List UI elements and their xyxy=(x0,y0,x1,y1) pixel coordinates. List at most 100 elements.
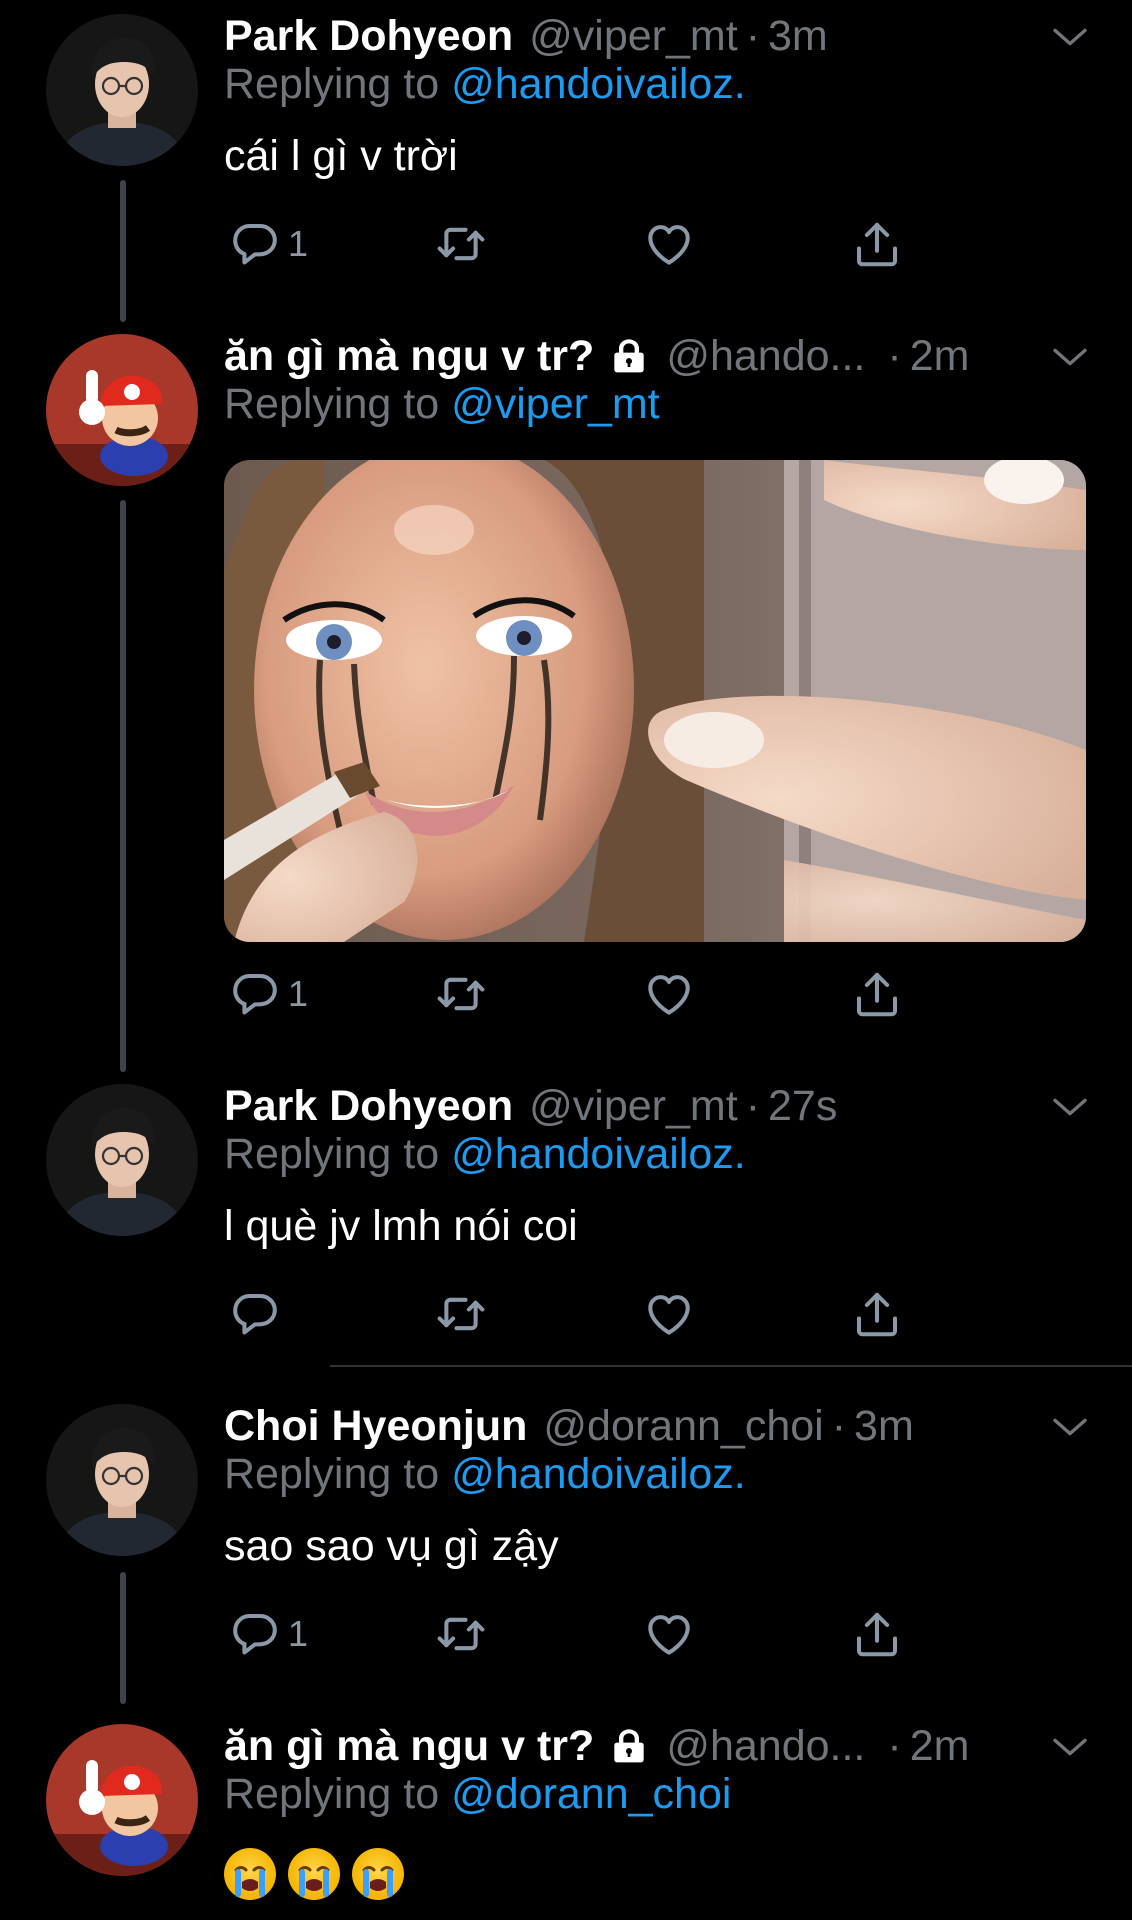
mario-avatar-icon xyxy=(46,334,198,486)
display-name[interactable]: ăn gì mà ngu v tr? xyxy=(224,1722,594,1771)
tweet-text: l què jv lmh nói coi xyxy=(224,1202,578,1250)
tweet-actions: 1 xyxy=(224,1604,924,1664)
username[interactable]: @hando... xyxy=(666,332,865,381)
tweet-text: sao sao vụ gì zậy xyxy=(224,1522,559,1570)
lock-icon xyxy=(608,1726,650,1766)
like-button[interactable] xyxy=(642,964,696,1024)
chevron-down-icon[interactable] xyxy=(1050,342,1090,372)
profile-photo-icon xyxy=(46,1404,198,1556)
thread-line xyxy=(120,500,126,1072)
retweet-button[interactable] xyxy=(434,1604,488,1664)
avatar[interactable] xyxy=(46,1404,198,1556)
avatar[interactable] xyxy=(46,1084,198,1236)
avatar[interactable] xyxy=(46,334,198,486)
share-button[interactable] xyxy=(850,1284,904,1344)
username[interactable]: @hando... xyxy=(666,1722,865,1771)
avatar[interactable] xyxy=(46,14,198,166)
heart-icon xyxy=(642,1607,696,1661)
replying-to: Replying to @handoivailoz. xyxy=(224,1130,746,1179)
retweet-icon xyxy=(434,1287,488,1341)
replying-to-label: Replying to xyxy=(224,60,440,108)
like-button[interactable] xyxy=(642,214,696,274)
replying-to-label: Replying to xyxy=(224,1450,440,1498)
reply-button[interactable]: 1 xyxy=(228,214,308,274)
timestamp[interactable]: 3m xyxy=(768,12,828,61)
separator-dot: · xyxy=(887,331,902,380)
reply-count: 1 xyxy=(288,223,309,264)
mario-avatar-icon xyxy=(46,1724,198,1876)
separator-dot: · xyxy=(745,1081,761,1130)
chevron-down-icon[interactable] xyxy=(1050,22,1090,52)
divider xyxy=(330,1365,1132,1367)
replying-to: Replying to @viper_mt xyxy=(224,380,660,429)
share-button[interactable] xyxy=(850,964,904,1024)
display-name[interactable]: Park Dohyeon xyxy=(224,1082,513,1131)
separator-dot: · xyxy=(745,11,761,60)
replying-to-label: Replying to xyxy=(224,1770,440,1818)
mention-link[interactable]: @viper_mt xyxy=(451,380,660,428)
replying-to: Replying to @dorann_choi xyxy=(224,1770,731,1819)
like-button[interactable] xyxy=(642,1284,696,1344)
retweet-icon xyxy=(434,967,488,1021)
tweet-media-image[interactable] xyxy=(224,460,1086,942)
reply-count: 1 xyxy=(288,973,309,1014)
profile-photo-icon xyxy=(46,1084,198,1236)
thread-line xyxy=(120,1572,126,1704)
reply-icon xyxy=(228,217,282,271)
heart-icon xyxy=(642,1287,696,1341)
mention-link[interactable]: @handoivailoz. xyxy=(451,1130,746,1178)
avatar[interactable] xyxy=(46,1724,198,1876)
reply-icon xyxy=(228,1607,282,1661)
reply-button[interactable]: 1 xyxy=(228,964,308,1024)
username[interactable]: @dorann_choi xyxy=(543,1402,823,1451)
loudly-crying-face-icon xyxy=(224,1848,276,1900)
reply-button[interactable]: 1 xyxy=(228,1604,308,1664)
share-icon xyxy=(850,1287,904,1341)
mention-link[interactable]: @handoivailoz. xyxy=(451,60,746,108)
tweet-actions: 1 xyxy=(224,964,924,1024)
share-icon xyxy=(850,967,904,1021)
chevron-down-icon[interactable] xyxy=(1050,1412,1090,1442)
display-name[interactable]: ăn gì mà ngu v tr? xyxy=(224,332,594,381)
doll-photo-icon xyxy=(224,460,1086,942)
tweet-emojis xyxy=(224,1848,416,1911)
replying-to-label: Replying to xyxy=(224,380,440,428)
replying-to: Replying to @handoivailoz. xyxy=(224,1450,746,1499)
replying-to: Replying to @handoivailoz. xyxy=(224,60,746,109)
timestamp[interactable]: 3m xyxy=(854,1402,914,1451)
reply-icon xyxy=(228,1287,282,1341)
display-name[interactable]: Choi Hyeonjun xyxy=(224,1402,527,1451)
mention-link[interactable]: @dorann_choi xyxy=(451,1770,731,1818)
share-icon xyxy=(850,1607,904,1661)
timestamp[interactable]: 2m xyxy=(910,332,970,381)
reply-count: 1 xyxy=(288,1613,309,1654)
chevron-down-icon[interactable] xyxy=(1050,1092,1090,1122)
timestamp[interactable]: 27s xyxy=(768,1082,837,1131)
retweet-button[interactable] xyxy=(434,214,488,274)
loudly-crying-face-icon xyxy=(288,1848,340,1900)
loudly-crying-face-icon xyxy=(352,1848,404,1900)
retweet-icon xyxy=(434,1607,488,1661)
mention-link[interactable]: @handoivailoz. xyxy=(451,1450,746,1498)
lock-icon xyxy=(608,336,650,376)
username[interactable]: @viper_mt xyxy=(529,1082,738,1131)
reply-button[interactable] xyxy=(228,1284,282,1344)
username[interactable]: @viper_mt xyxy=(529,12,738,61)
retweet-icon xyxy=(434,217,488,271)
timestamp[interactable]: 2m xyxy=(910,1722,970,1771)
reply-icon xyxy=(228,967,282,1021)
replying-to-label: Replying to xyxy=(224,1130,440,1178)
chevron-down-icon[interactable] xyxy=(1050,1732,1090,1762)
tweet-actions: 1 xyxy=(224,214,924,274)
share-button[interactable] xyxy=(850,1604,904,1664)
display-name[interactable]: Park Dohyeon xyxy=(224,12,513,61)
retweet-button[interactable] xyxy=(434,964,488,1024)
heart-icon xyxy=(642,217,696,271)
tweet-actions xyxy=(224,1284,924,1344)
separator-dot: · xyxy=(831,1401,847,1450)
share-button[interactable] xyxy=(850,214,904,274)
thread-line xyxy=(120,180,126,322)
like-button[interactable] xyxy=(642,1604,696,1664)
retweet-button[interactable] xyxy=(434,1284,488,1344)
share-icon xyxy=(850,217,904,271)
